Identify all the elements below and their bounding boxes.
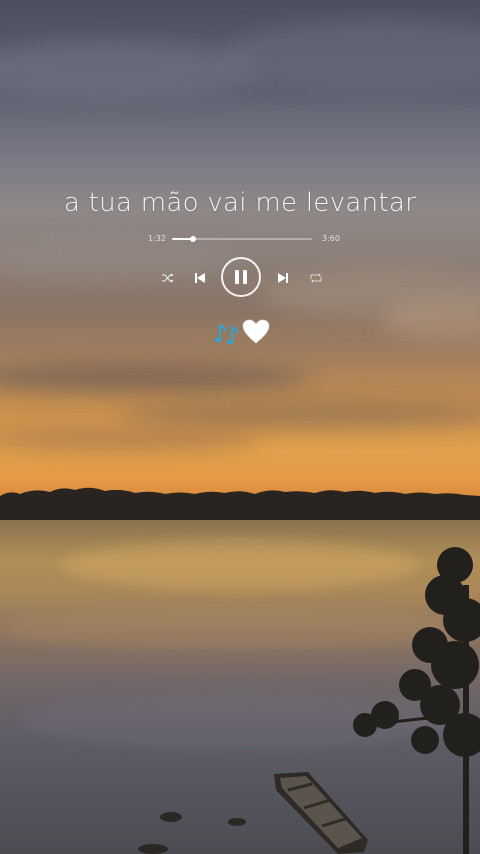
previous-button[interactable] bbox=[192, 270, 208, 286]
emoji-decoration bbox=[214, 319, 274, 349]
lyric-text: a tua mão vai me levantar bbox=[63, 188, 417, 218]
next-icon bbox=[278, 273, 288, 283]
shuffle-icon bbox=[162, 273, 174, 283]
elapsed-time: 1:32 bbox=[148, 234, 166, 243]
previous-icon bbox=[195, 273, 205, 283]
shuffle-button[interactable] bbox=[160, 270, 176, 286]
music-notes-icon bbox=[215, 324, 239, 345]
repeat-button[interactable] bbox=[308, 270, 324, 286]
pause-button[interactable] bbox=[221, 257, 261, 297]
repeat-icon bbox=[310, 273, 322, 283]
lyric-video-frame: a tua mão vai me levantar 1:32 3:60 bbox=[0, 0, 480, 854]
canoe bbox=[274, 772, 368, 854]
rock bbox=[138, 844, 168, 854]
total-duration: 3:60 bbox=[322, 234, 340, 243]
white-heart-icon bbox=[242, 319, 270, 344]
pause-icon bbox=[233, 270, 249, 284]
progress-knob[interactable] bbox=[190, 236, 196, 242]
progress-bar[interactable] bbox=[172, 236, 312, 242]
next-button[interactable] bbox=[275, 270, 291, 286]
rock bbox=[228, 818, 246, 826]
rock bbox=[160, 812, 182, 822]
sunset-sky bbox=[0, 0, 480, 500]
